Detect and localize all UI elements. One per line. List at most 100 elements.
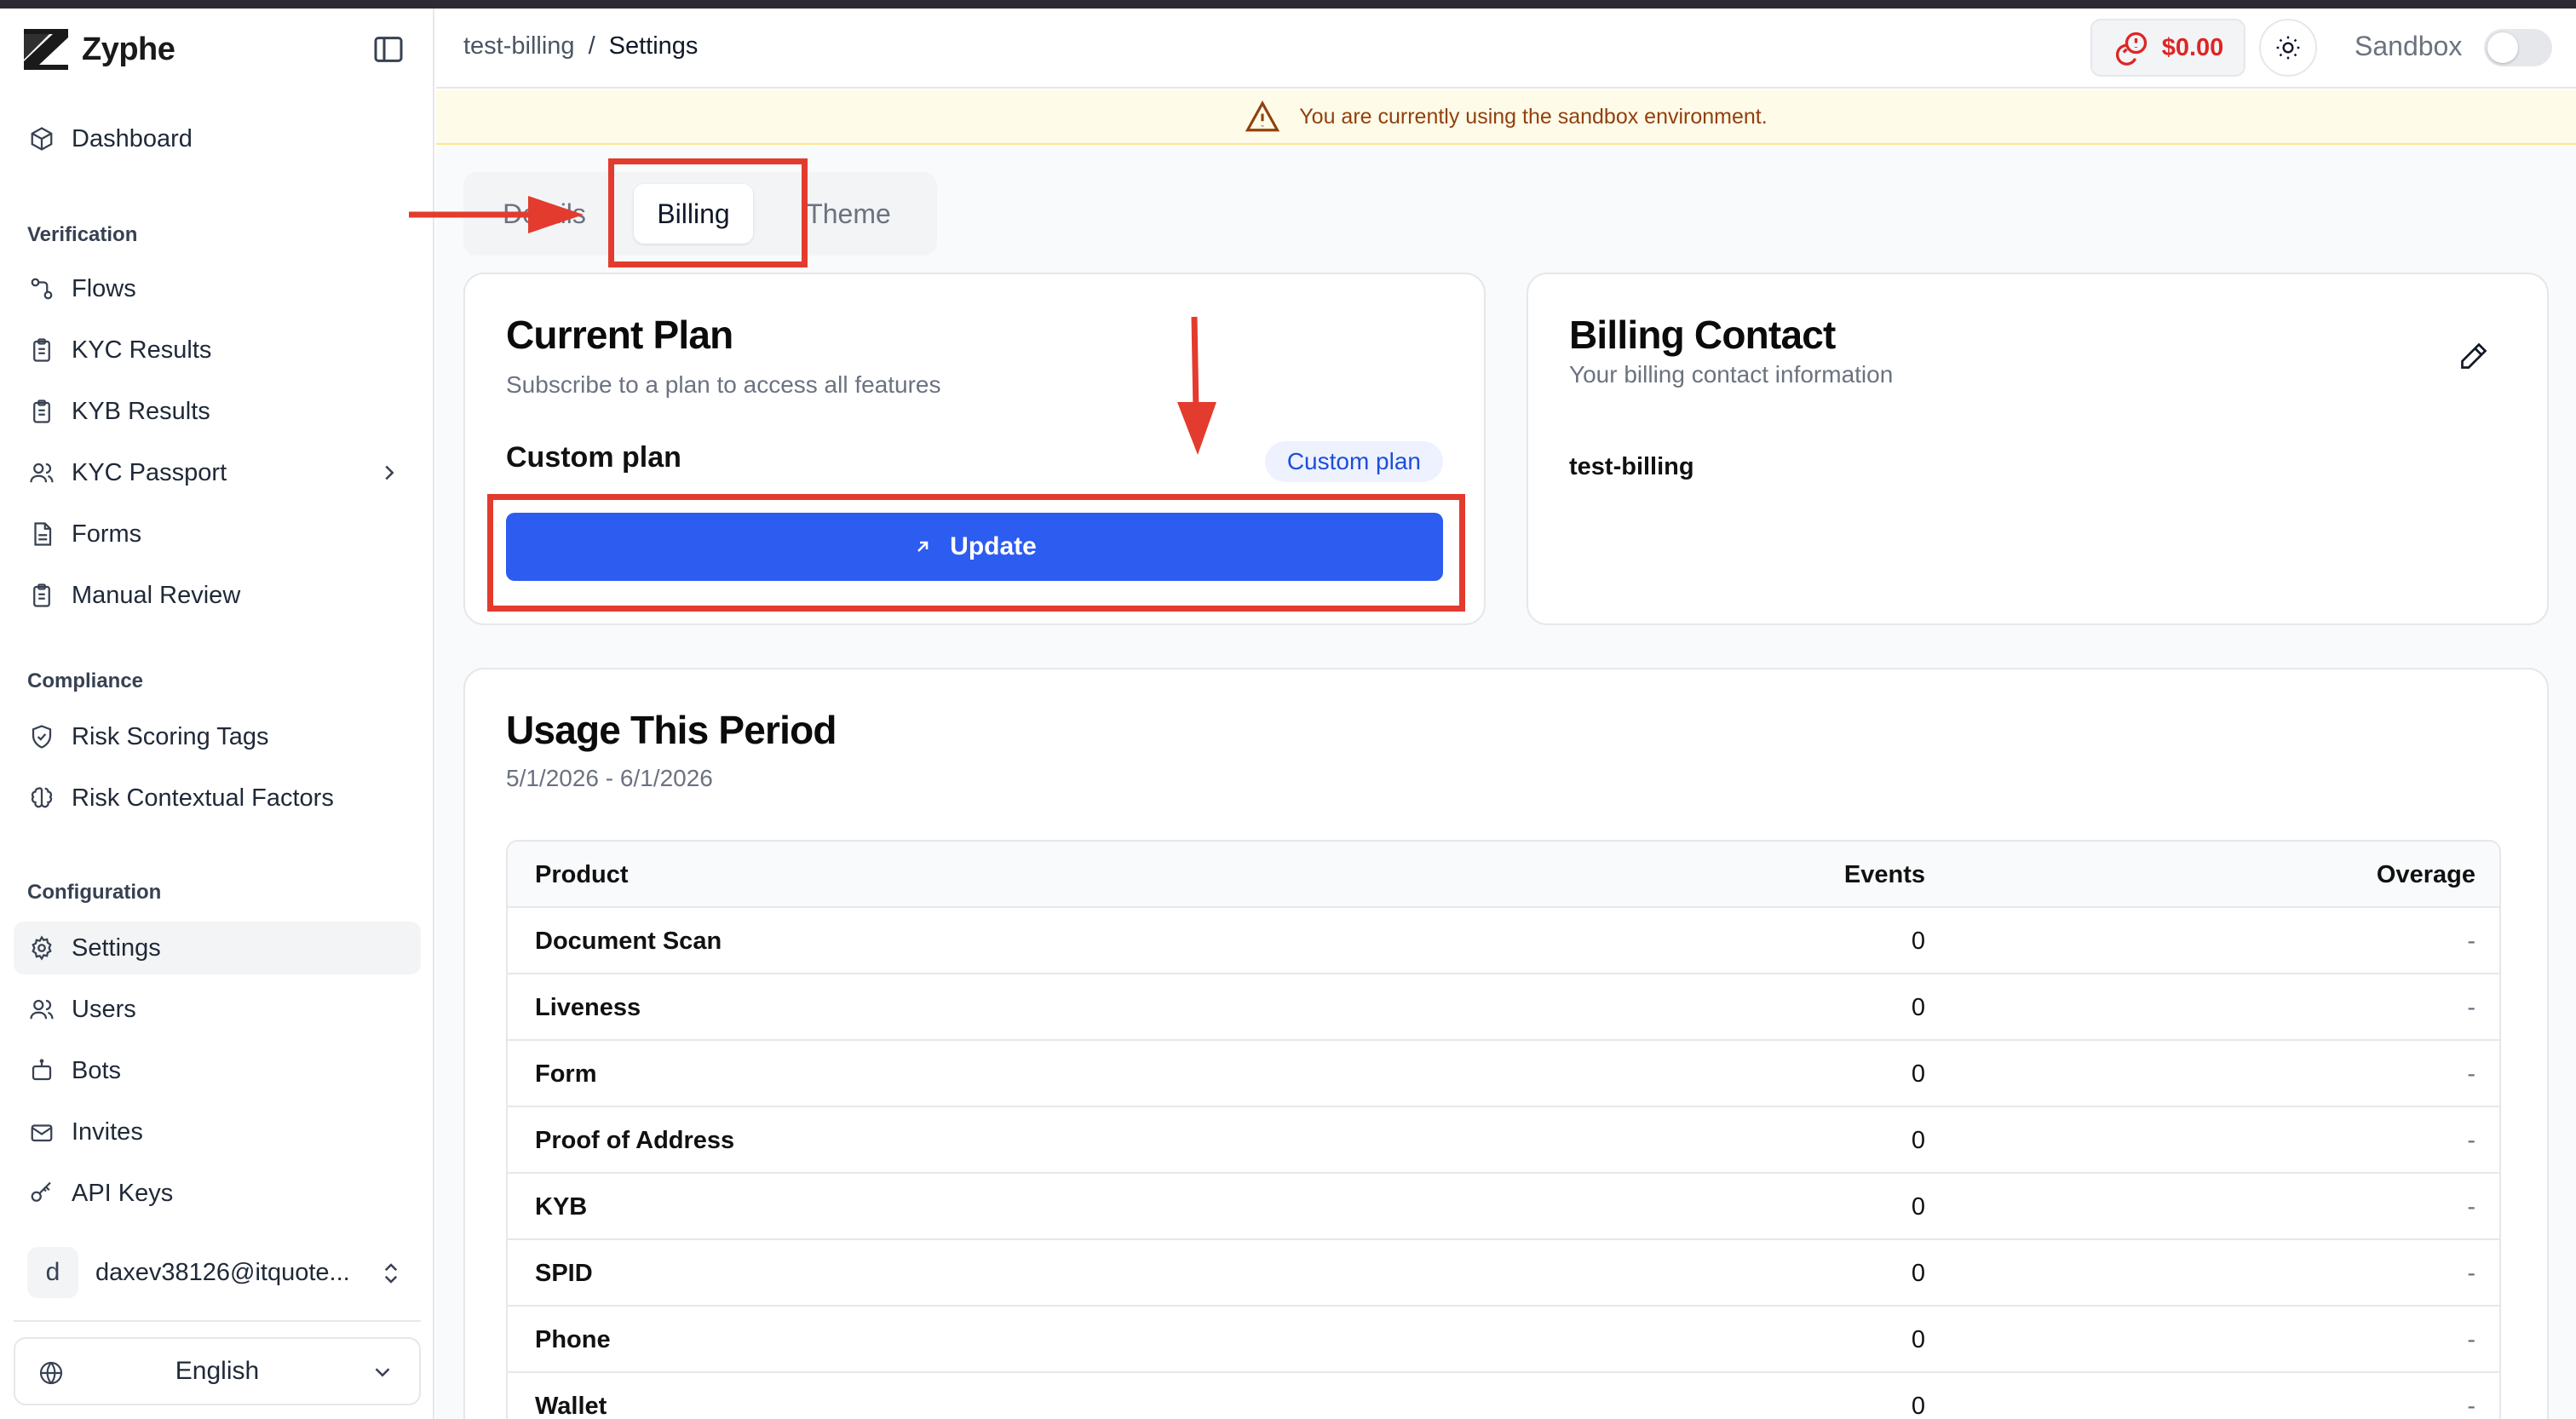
cell-product: SPID [535,1259,593,1287]
sidebar-item-label: Flows [72,274,136,302]
sandbox-banner: You are currently using the sandbox envi… [436,90,2576,145]
cell-overage: - [2467,1325,2475,1353]
sidebar-item-users[interactable]: Users [14,983,421,1036]
cell-product: Liveness [535,993,641,1021]
banner-text: You are currently using the sandbox envi… [1299,104,1768,129]
sidebar-item-settings[interactable]: Settings [14,922,421,974]
column-header-events: Events [1843,860,1925,888]
section-label-configuration: Configuration [27,881,162,904]
table-row: Liveness 0 - [508,974,2499,1041]
cell-product: Proof of Address [535,1126,735,1154]
zyphe-logo-icon [24,29,68,70]
table-row: Document Scan 0 - [508,908,2499,974]
sidebar-item-label: Risk Scoring Tags [72,722,269,750]
cell-events: 0 [1911,1192,1925,1221]
usage-card: Usage This Period 5/1/2026 - 6/1/2026 Pr… [463,668,2549,1419]
language-select[interactable]: English [14,1337,421,1405]
billing-contact-card: Billing Contact Your billing contact inf… [1527,273,2549,625]
cell-product: KYB [535,1192,588,1221]
sun-icon [2276,36,2300,60]
billing-contact-title: Billing Contact [1569,313,1836,357]
usage-title: Usage This Period [506,708,837,752]
table-row: Wallet 0 - [508,1373,2499,1419]
pencil-icon[interactable] [2458,341,2489,371]
mail-icon [31,1124,53,1142]
sidebar: Zyphe Dashboard Verification Flows KYC R… [0,9,434,1419]
sidebar-item-label: API Keys [72,1179,174,1207]
sandbox-toggle[interactable] [2484,29,2552,66]
sidebar-item-risk-scoring-tags[interactable]: Risk Scoring Tags [14,710,421,763]
sidebar-item-label: Settings [72,934,161,962]
section-label-verification: Verification [27,223,138,246]
section-label-compliance: Compliance [27,669,144,692]
sidebar-item-kyc-results[interactable]: KYC Results [14,324,421,376]
theme-toggle-button[interactable] [2259,19,2317,77]
sidebar-item-label: Bots [72,1056,122,1084]
sidebar-item-dashboard[interactable]: Dashboard [14,112,421,165]
language-value: English [175,1357,260,1385]
gear-icon [32,935,52,961]
sidebar-item-manual-review[interactable]: Manual Review [14,569,421,622]
column-header-overage: Overage [2376,860,2475,888]
table-header-row: Product Events Overage [508,842,2499,908]
sidebar-item-label: Forms [72,520,142,548]
brand[interactable]: Zyphe [20,24,175,75]
current-plan-title: Current Plan [506,313,733,357]
annotation-box-billing-tab [608,158,808,267]
sidebar-item-label: KYB Results [72,397,210,425]
sidebar-item-label: KYC Results [72,336,212,364]
breadcrumb-parent[interactable]: test-billing [463,32,575,60]
cell-events: 0 [1911,1126,1925,1154]
current-plan-subtitle: Subscribe to a plan to access all featur… [506,371,941,398]
sidebar-item-kyb-results[interactable]: KYB Results [14,385,421,438]
tab-details[interactable]: Details [480,184,608,244]
column-header-product: Product [535,860,629,888]
user-menu[interactable]: d daxev38126@itquote... [14,1242,421,1303]
sidebar-item-api-keys[interactable]: API Keys [14,1167,421,1220]
sidebar-item-label: Dashboard [72,124,193,152]
usage-period: 5/1/2026 - 6/1/2026 [506,765,713,791]
brain-icon [31,787,53,808]
sidebar-item-flows[interactable]: Flows [14,262,421,315]
flows-icon [31,278,53,300]
sidebar-item-bots[interactable]: Bots [14,1044,421,1097]
warning-icon [1245,101,1280,132]
breadcrumb-current: Settings [608,32,699,60]
breadcrumb-separator: / [588,32,595,60]
main-content: Details Billing Theme Current Plan Subsc… [436,146,2576,1419]
sidebar-item-label: Users [72,995,136,1023]
balance-button[interactable]: $0.00 [2090,19,2245,77]
annotation-box-update-button [487,494,1465,612]
sidebar-item-label: Manual Review [72,581,241,609]
usage-table: Product Events Overage Document Scan 0 -… [506,840,2501,1419]
cell-overage: - [2467,927,2475,955]
chevron-right-icon [385,465,394,480]
sidebar-item-kyc-passport[interactable]: KYC Passport [14,446,421,499]
table-row: SPID 0 - [508,1240,2499,1307]
cell-overage: - [2467,1392,2475,1419]
sidebar-item-invites[interactable]: Invites [14,1106,421,1158]
app-frame: Zyphe Dashboard Verification Flows KYC R… [0,9,2576,1419]
chevrons-up-down-icon [384,1263,398,1284]
sidebar-item-forms[interactable]: Forms [14,508,421,560]
plan-badge: Custom plan [1264,441,1443,482]
cell-overage: - [2467,993,2475,1021]
sandbox-label: Sandbox [2355,31,2463,61]
cell-product: Phone [535,1325,611,1353]
cell-events: 0 [1911,1259,1925,1287]
shield-check-icon [32,725,52,749]
cell-product: Wallet [535,1392,607,1419]
cell-events: 0 [1911,993,1925,1021]
file-text-icon [34,522,52,546]
avatar: d [27,1247,78,1298]
cell-overage: - [2467,1060,2475,1088]
billing-contact-name: test-billing [1569,453,1694,480]
chevron-down-icon [375,1368,390,1377]
cell-product: Form [535,1060,597,1088]
top-header: test-billing / Settings $0.00 Sandbox [436,9,2576,89]
billing-contact-subtitle: Your billing contact information [1569,361,1894,388]
users-icon [30,999,54,1020]
sidebar-item-risk-contextual-factors[interactable]: Risk Contextual Factors [14,772,421,824]
cell-events: 0 [1911,1060,1925,1088]
sidebar-toggle-icon[interactable] [371,32,405,66]
